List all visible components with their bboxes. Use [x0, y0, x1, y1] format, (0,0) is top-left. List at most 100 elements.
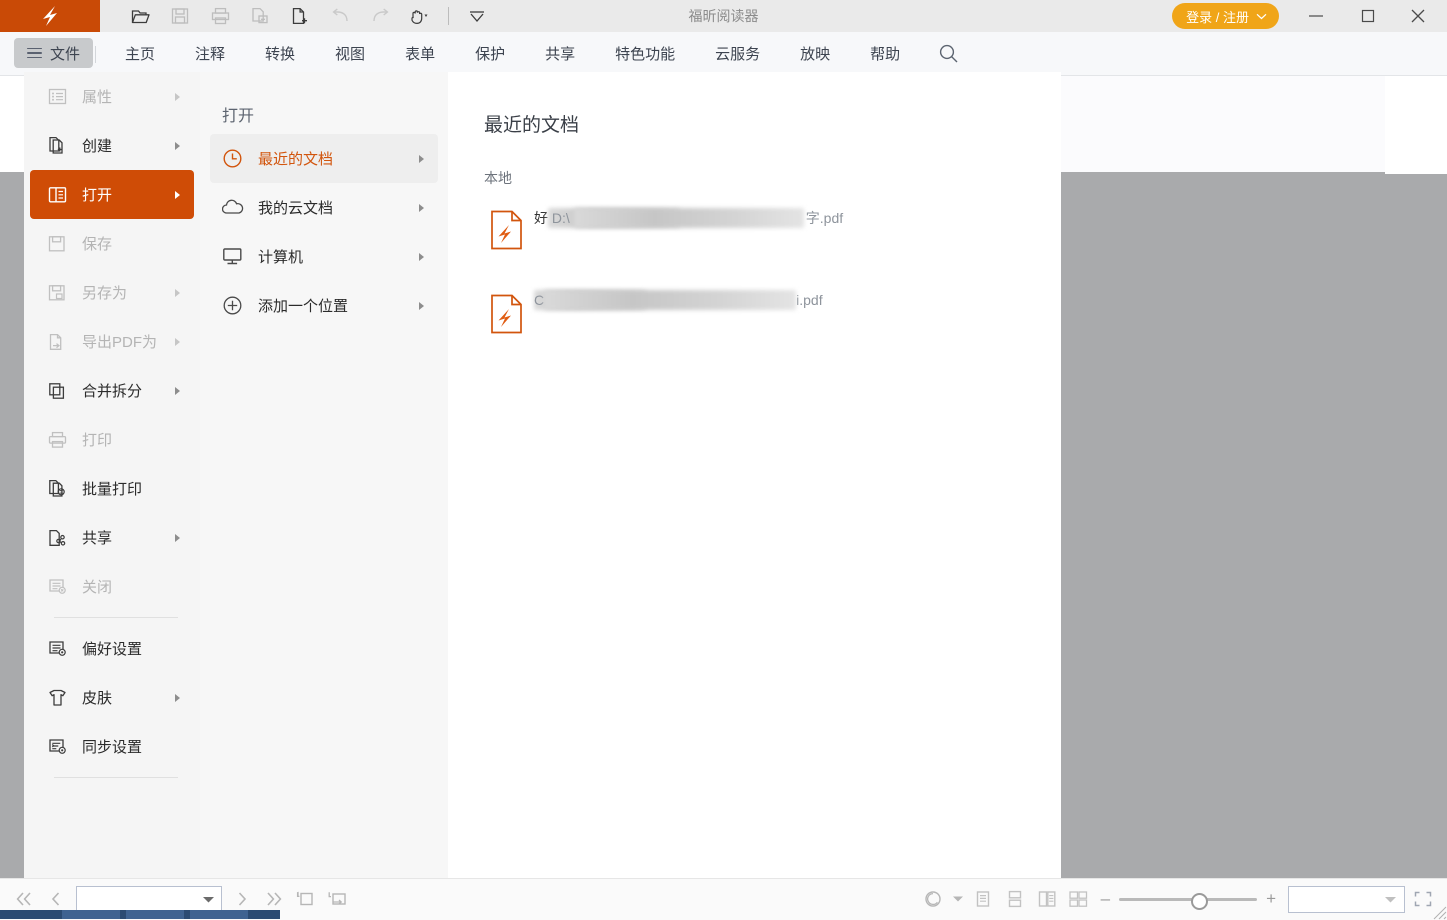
hand-tool-icon[interactable]: [400, 0, 440, 32]
maximize-button[interactable]: [1345, 0, 1391, 32]
properties-icon: [48, 86, 74, 108]
chevron-right-icon: [419, 155, 424, 163]
ribbon-tabs: 主页 注释 转换 视图 表单 保护 共享 特色功能 云服务 放映 帮助: [105, 32, 977, 75]
chevron-down-icon: [1256, 13, 1267, 20]
foxit-logo-icon: [37, 4, 63, 28]
app-logo: [0, 0, 100, 32]
zoom-slider-handle[interactable]: [1191, 893, 1208, 910]
tab-help-label: 帮助: [870, 43, 900, 64]
chevron-right-icon: [175, 694, 180, 702]
menu-item-save[interactable]: 保存: [30, 219, 194, 268]
chevron-right-icon: [419, 302, 424, 310]
chevron-down-icon[interactable]: [1384, 895, 1397, 904]
menu-item-export-pdf[interactable]: 导出PDF为: [30, 317, 194, 366]
create-icon: [48, 135, 74, 157]
tab-help[interactable]: 帮助: [850, 32, 920, 75]
chevron-down-icon[interactable]: [202, 895, 215, 904]
menu-item-skin[interactable]: 皮肤: [30, 673, 194, 722]
menu-item-share[interactable]: 共享: [30, 513, 194, 562]
open-source-computer[interactable]: 计算机: [210, 232, 438, 281]
menu-item-print[interactable]: 打印: [30, 415, 194, 464]
tab-comment-label: 注释: [195, 43, 225, 64]
menu-item-open[interactable]: 打开: [30, 170, 194, 219]
open-source-my-cloud[interactable]: 我的云文档: [210, 183, 438, 232]
hamburger-icon: [27, 48, 42, 59]
tab-protect[interactable]: 保护: [455, 32, 525, 75]
menu-item-save-as[interactable]: 另存为: [30, 268, 194, 317]
close-doc-icon: [48, 576, 74, 598]
tab-special-features[interactable]: 特色功能: [595, 32, 695, 75]
zoom-out-button[interactable]: –: [1101, 889, 1110, 909]
preferences-icon: [48, 638, 74, 660]
customize-toolbar-icon[interactable]: [457, 0, 497, 32]
taskbar-tile[interactable]: [126, 910, 184, 919]
taskbar-tile[interactable]: [190, 910, 248, 919]
save-icon[interactable]: [160, 0, 200, 32]
menu-item-print-label: 打印: [82, 429, 112, 450]
two-page-cover-view-icon[interactable]: [1063, 879, 1095, 919]
chevron-right-icon: [175, 142, 180, 150]
two-page-view-icon[interactable]: [1031, 879, 1063, 919]
tab-file[interactable]: 文件: [14, 38, 93, 68]
single-page-view-icon[interactable]: [967, 879, 999, 919]
pane-title: 最近的文档: [484, 110, 579, 137]
rotate-view-dropdown-icon[interactable]: [949, 879, 967, 919]
open-folder-icon[interactable]: [120, 0, 160, 32]
menu-item-sync-settings-label: 同步设置: [82, 736, 142, 757]
recent-files-list: 好 D:\字.pdf: [484, 200, 1041, 368]
export-pdf-icon: [48, 331, 74, 353]
open-source-add-place[interactable]: 添加一个位置: [210, 281, 438, 330]
quick-access-toolbar: [120, 0, 497, 32]
menu-item-merge-split[interactable]: 合并拆分: [30, 366, 194, 415]
tab-convert[interactable]: 转换: [245, 32, 315, 75]
tab-comment[interactable]: 注释: [175, 32, 245, 75]
minimize-button[interactable]: [1293, 0, 1339, 32]
continuous-scroll-icon[interactable]: [999, 879, 1031, 919]
tab-view[interactable]: 视图: [315, 32, 385, 75]
remove-page-icon[interactable]: [240, 0, 280, 32]
rotate-view-icon[interactable]: [917, 879, 949, 919]
close-button[interactable]: [1395, 0, 1441, 32]
zoom-level-input[interactable]: [1288, 886, 1405, 913]
new-document-icon[interactable]: [280, 0, 320, 32]
tab-cloud-service[interactable]: 云服务: [695, 32, 780, 75]
search-button[interactable]: [920, 32, 977, 75]
undo-icon[interactable]: [320, 0, 360, 32]
sync-settings-icon: [48, 736, 74, 758]
tab-home[interactable]: 主页: [105, 32, 175, 75]
login-register-button[interactable]: 登录 / 注册: [1172, 3, 1279, 29]
zoom-slider-track[interactable]: [1119, 898, 1257, 901]
chevron-right-icon: [175, 191, 180, 199]
page-number-input[interactable]: [76, 886, 222, 912]
open-column-title: 打开: [222, 102, 254, 126]
print-icon[interactable]: [200, 0, 240, 32]
redo-icon[interactable]: [360, 0, 400, 32]
tab-home-label: 主页: [125, 43, 155, 64]
menu-item-preferences[interactable]: 偏好设置: [30, 624, 194, 673]
open-source-recent-documents-label: 最近的文档: [258, 148, 333, 169]
window-resize-grip[interactable]: [1431, 904, 1447, 920]
list-item[interactable]: Ci.pdf: [484, 284, 1041, 368]
tab-presentation[interactable]: 放映: [780, 32, 850, 75]
fit-width-icon[interactable]: [322, 879, 354, 919]
menu-item-properties-label: 属性: [82, 86, 112, 107]
backstage-open-column: 打开 最近的文档 我的云文档: [200, 72, 449, 878]
list-item[interactable]: 好 D:\字.pdf: [484, 200, 1041, 284]
chevron-right-icon: [175, 338, 180, 346]
menu-item-skin-label: 皮肤: [82, 687, 112, 708]
file-path-redaction: [574, 208, 804, 228]
share-icon: [48, 527, 74, 549]
tab-share[interactable]: 共享: [525, 32, 595, 75]
zoom-in-button[interactable]: +: [1266, 889, 1276, 909]
chevron-right-icon: [175, 93, 180, 101]
menu-item-close-doc[interactable]: 关闭: [30, 562, 194, 611]
menu-item-batch-print-label: 批量打印: [82, 478, 142, 499]
tab-form[interactable]: 表单: [385, 32, 455, 75]
menu-item-create[interactable]: 创建: [30, 121, 194, 170]
taskbar-tile[interactable]: [62, 910, 120, 919]
menu-item-batch-print[interactable]: 批量打印: [30, 464, 194, 513]
menu-item-properties[interactable]: 属性: [30, 72, 194, 121]
menu-item-sync-settings[interactable]: 同步设置: [30, 722, 194, 771]
fit-page-icon[interactable]: [290, 879, 322, 919]
open-source-recent-documents[interactable]: 最近的文档: [210, 134, 438, 183]
